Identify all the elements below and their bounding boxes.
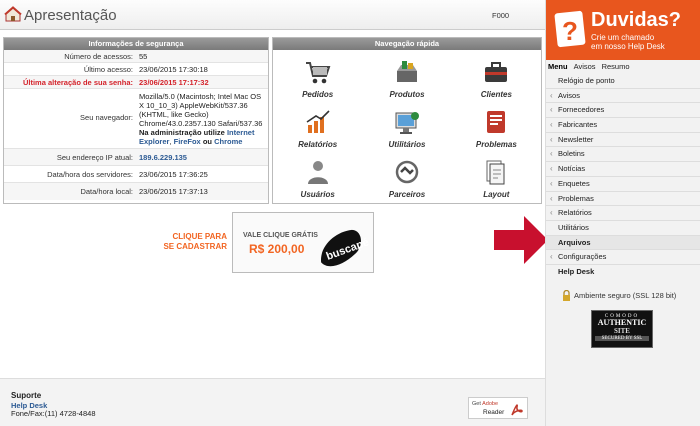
password-change-label: Última alteração de sua senha:: [22, 78, 133, 87]
layout-icon: [486, 160, 505, 185]
tab-resumo[interactable]: Resumo: [602, 62, 630, 71]
admin-hint: Na administração utilize: [139, 128, 225, 137]
sidebar-item-configuracoes[interactable]: Configurações: [546, 250, 700, 265]
help-title: Duvidas?: [591, 9, 682, 31]
comodo-seal[interactable]: COMODO AUTHENTIC SITE SECURED BY SSL: [591, 310, 653, 348]
last-access-label: Último acesso:: [83, 65, 133, 74]
promo-line2: R$ 200,00: [249, 242, 305, 256]
nav-problemas[interactable]: Problemas: [452, 103, 541, 153]
products-icon: [396, 61, 417, 82]
sidebar-item-newsletter[interactable]: Newsletter: [546, 133, 700, 148]
security-panel-title: Informações de segurança: [4, 38, 268, 50]
quick-nav-title: Navegação rápida: [273, 38, 541, 50]
secure-environment: Ambiente seguro (SSL 128 bit): [562, 290, 676, 301]
sidebar-item-relatorios[interactable]: Relatórios: [546, 206, 700, 221]
nav-parceiros[interactable]: Parceiros: [362, 153, 451, 203]
password-change-value: 23/06/2015 17:17:32: [139, 78, 209, 87]
help-desk-banner[interactable]: ? Duvidas? Crie um chamado em nosso Help…: [546, 0, 700, 60]
access-count-label: Número de acessos:: [64, 52, 133, 61]
arrow-right-icon: [494, 216, 548, 264]
adobe-reader-badge[interactable]: Get Adobe Reader: [468, 397, 528, 419]
help-subtitle: Crie um chamado em nosso Help Desk: [591, 33, 665, 51]
clients-icon: [485, 62, 508, 82]
home-icon: [4, 6, 22, 22]
table-row: Data/hora local: 23/06/2015 17:37:13: [4, 183, 268, 200]
promo-banner[interactable]: VALE CLIQUE GRÁTIS R$ 200,00 buscapé: [232, 212, 374, 273]
chart-icon: [306, 110, 330, 133]
sidebar-menu: Relógio de ponto Avisos Fornecedores Fab…: [546, 74, 700, 280]
table-row: Data/hora dos servidores: 23/06/2015 17:…: [4, 166, 268, 183]
chrome-link[interactable]: Chrome: [214, 137, 242, 146]
ip-label: Seu endereço IP atual:: [56, 153, 133, 162]
sidebar-item-fabricantes[interactable]: Fabricantes: [546, 118, 700, 133]
last-access-value: 23/06/2015 17:30:18: [139, 65, 208, 74]
table-row: Número de acessos: 55: [4, 50, 268, 63]
support-title: Suporte: [11, 391, 42, 400]
promo-line1: VALE CLIQUE GRÁTIS: [243, 232, 318, 239]
security-panel: Informações de segurança Número de acess…: [3, 37, 269, 204]
svg-text:?: ?: [562, 16, 578, 46]
table-row: Último acesso: 23/06/2015 17:30:18: [4, 63, 268, 76]
sidebar-item-avisos[interactable]: Avisos: [546, 89, 700, 104]
page-title: Apresentação: [24, 7, 117, 24]
page-header: Apresentação F000: [0, 0, 545, 30]
problems-icon: [487, 111, 506, 133]
promo-cta[interactable]: CLIQUE PARA SE CADASTRAR: [163, 232, 227, 252]
menu-tabs: Menu Avisos Resumo: [548, 62, 630, 71]
server-time-value: 23/06/2015 17:36:25: [139, 170, 208, 179]
nav-produtos[interactable]: Produtos: [362, 53, 451, 103]
nav-pedidos[interactable]: Pedidos: [273, 53, 362, 103]
sidebar-item-utilitarios[interactable]: Utilitários: [546, 221, 700, 236]
partners-icon: [395, 160, 419, 184]
browser-label: Seu navegador:: [80, 113, 133, 122]
nav-layout[interactable]: Layout: [452, 153, 541, 203]
sidebar-item-relogio-de-ponto[interactable]: Relógio de ponto: [546, 74, 700, 89]
page-code: F000: [492, 11, 510, 20]
server-time-label: Data/hora dos servidores:: [47, 170, 133, 179]
nav-relatorios[interactable]: Relatórios: [273, 103, 362, 153]
adobe-reader-icon: [511, 404, 523, 416]
footer: Suporte Help Desk Fone/Fax:(11) 4728-484…: [0, 378, 545, 426]
browser-value: Mozilla/5.0 (Macintosh; Intel Mac OS X 1…: [139, 92, 263, 146]
local-time-value: 23/06/2015 17:37:13: [139, 187, 208, 196]
sidebar-item-arquivos[interactable]: Arquivos: [546, 235, 700, 251]
nav-usuarios[interactable]: Usuários: [273, 153, 362, 203]
utilities-icon: [395, 112, 419, 134]
sidebar-item-problemas[interactable]: Problemas: [546, 192, 700, 207]
user-agent-text: Mozilla/5.0 (Macintosh; Intel Mac OS X 1…: [139, 92, 263, 128]
lock-icon: [563, 290, 570, 301]
question-icon: ?: [554, 10, 586, 48]
tab-menu[interactable]: Menu: [548, 62, 568, 71]
local-time-label: Data/hora local:: [80, 187, 133, 196]
table-row: Seu endereço IP atual: 189.6.229.135: [4, 149, 268, 166]
table-row: Seu navegador: Mozilla/5.0 (Macintosh; I…: [4, 89, 268, 149]
nav-clientes[interactable]: Clientes: [452, 53, 541, 103]
sidebar-item-boletins[interactable]: Boletins: [546, 147, 700, 163]
buscape-logo: buscapé: [321, 229, 369, 267]
ip-value: 189.6.229.135: [139, 153, 187, 162]
sidebar: ? Duvidas? Crie um chamado em nosso Help…: [545, 0, 700, 426]
firefox-link[interactable]: FireFox: [174, 137, 201, 146]
sidebar-item-enquetes[interactable]: Enquetes: [546, 177, 700, 192]
nav-utilitarios[interactable]: Utilitários: [362, 103, 451, 153]
sidebar-item-noticias[interactable]: Notícias: [546, 162, 700, 177]
support-phone: Fone/Fax:(11) 4728-4848: [11, 409, 96, 418]
access-count-value: 55: [139, 52, 148, 61]
tab-avisos[interactable]: Avisos: [574, 62, 596, 71]
sidebar-item-fornecedores[interactable]: Fornecedores: [546, 103, 700, 119]
sidebar-item-help-desk[interactable]: Help Desk: [546, 265, 700, 280]
user-icon: [307, 161, 328, 184]
table-row: Última alteração de sua senha: 23/06/201…: [4, 76, 268, 89]
quick-nav-panel: Navegação rápida Pedidos Produtos Client…: [272, 37, 542, 204]
cart-icon: [305, 62, 331, 84]
